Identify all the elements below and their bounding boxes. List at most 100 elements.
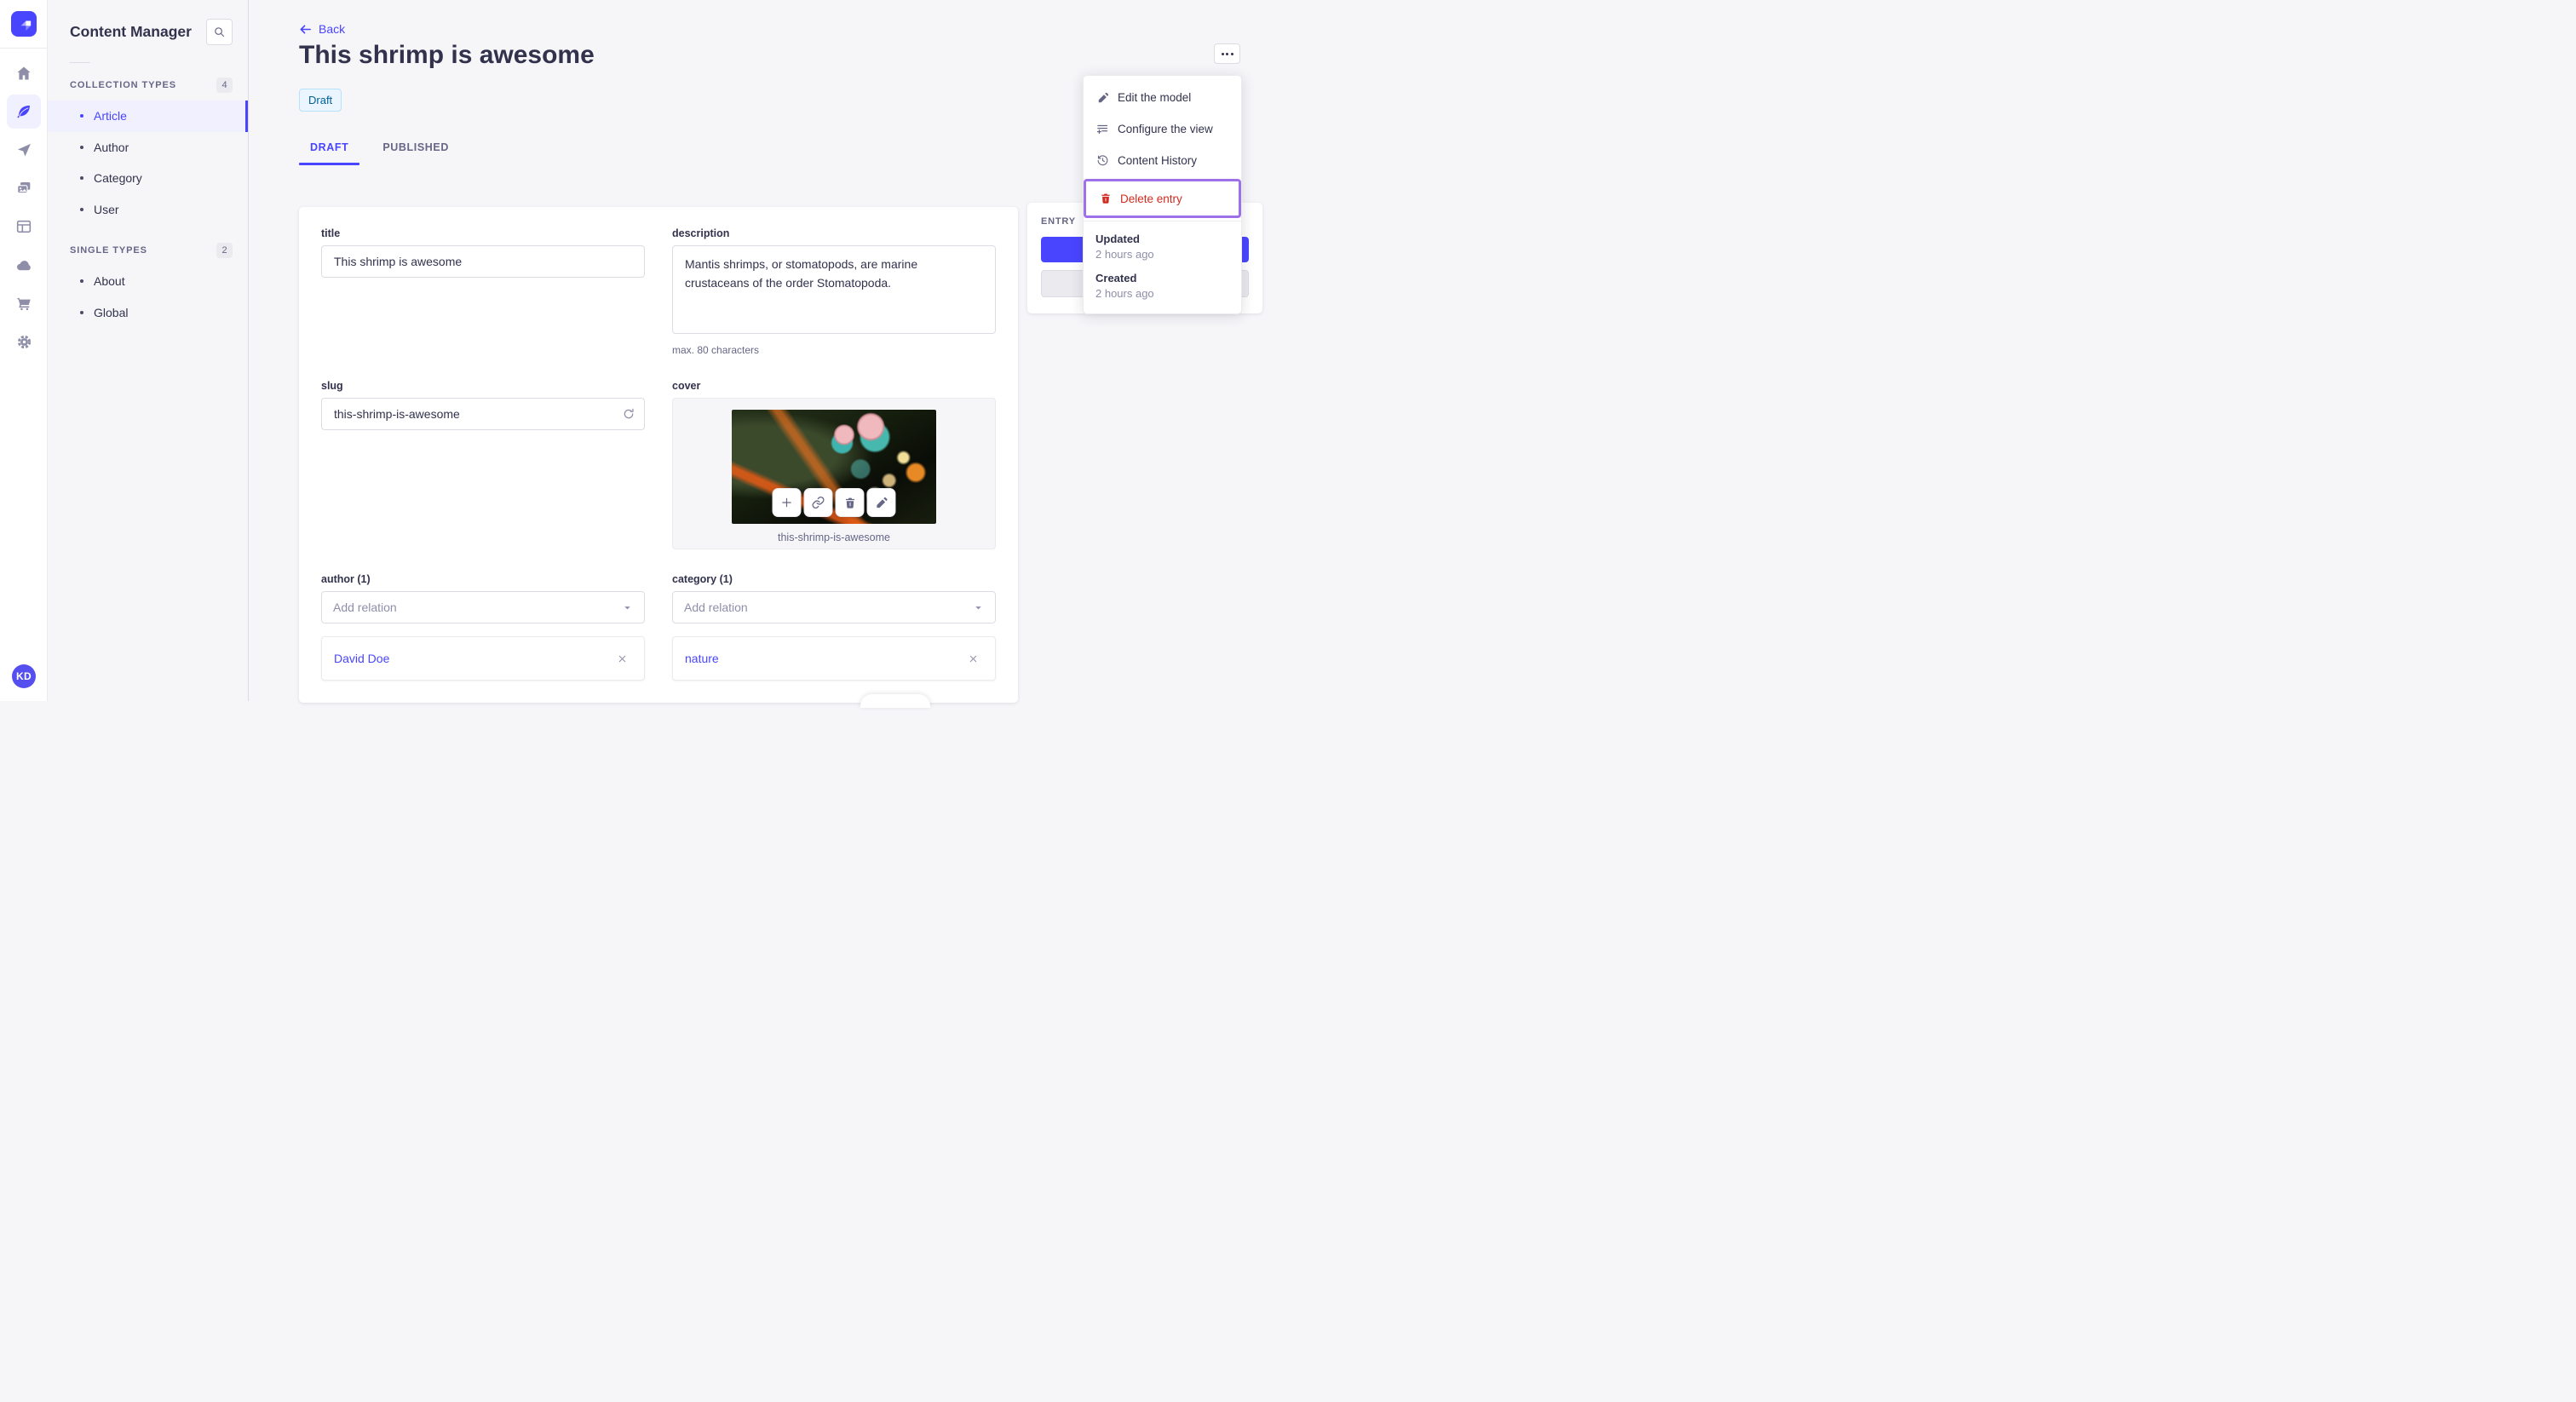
bullet-icon xyxy=(80,114,83,118)
main-nav-rail: KD xyxy=(0,0,48,701)
tab-draft[interactable]: DRAFT xyxy=(299,135,360,165)
category-relation-item: nature xyxy=(672,636,996,681)
strapi-logo[interactable] xyxy=(10,11,37,37)
sidebar-item-label: User xyxy=(94,202,119,216)
trash-icon xyxy=(1098,192,1113,204)
refresh-icon xyxy=(624,408,634,419)
field-category: category (1) Add relation nature xyxy=(672,573,996,681)
marketplace-cart-icon[interactable] xyxy=(7,286,41,320)
sidebar-item-label: Article xyxy=(94,109,127,124)
status-badge: Draft xyxy=(299,89,342,112)
section-label-collection-types: COLLECTION TYPES xyxy=(70,80,177,90)
sidebar-item-article[interactable]: Article xyxy=(48,101,248,132)
close-icon xyxy=(618,655,625,662)
content-manager-feather-icon[interactable] xyxy=(7,95,41,129)
created-label: Created xyxy=(1095,272,1137,284)
remove-author-relation-button[interactable] xyxy=(612,648,632,669)
strapi-logo-glyph xyxy=(20,20,31,31)
version-tabs: DRAFT PUBLISHED xyxy=(299,135,460,165)
menu-item-content-history[interactable]: Content History xyxy=(1084,145,1241,176)
bullet-icon xyxy=(80,145,83,149)
menu-item-label: Edit the model xyxy=(1118,91,1192,104)
slug-field-label: slug xyxy=(321,380,343,392)
user-avatar[interactable]: KD xyxy=(12,664,36,688)
media-actions-toolbar xyxy=(772,488,896,517)
remove-category-relation-button[interactable] xyxy=(963,648,983,669)
bullet-icon xyxy=(80,310,83,314)
cover-image-preview xyxy=(732,410,936,524)
bullet-icon xyxy=(80,279,83,284)
pencil-icon xyxy=(1095,92,1110,104)
single-types-list: About Global xyxy=(48,266,248,328)
menu-item-delete-entry[interactable]: Delete entry xyxy=(1086,181,1239,215)
category-field-label: category (1) xyxy=(672,573,733,585)
sidebar-item-about[interactable]: About xyxy=(48,266,248,297)
delete-entry-highlight-outline: Delete entry xyxy=(1084,179,1241,218)
category-relation-link[interactable]: nature xyxy=(685,652,719,665)
author-relation-select[interactable]: Add relation xyxy=(321,591,645,623)
back-link[interactable]: Back xyxy=(299,22,345,36)
sidebar-item-category[interactable]: Category xyxy=(48,163,248,194)
copy-link-button[interactable] xyxy=(803,488,833,517)
category-relation-select[interactable]: Add relation xyxy=(672,591,996,623)
description-helper-text: max. 80 characters xyxy=(672,344,760,356)
sidebar-item-label: Author xyxy=(94,140,129,154)
entry-actions-menu: Edit the model Configure the view Conten… xyxy=(1083,75,1242,314)
category-select-placeholder: Add relation xyxy=(684,600,748,614)
back-label: Back xyxy=(319,22,346,36)
sidebar-item-user[interactable]: User xyxy=(48,194,248,226)
author-field-label: author (1) xyxy=(321,573,371,585)
add-media-button[interactable] xyxy=(772,488,802,517)
regenerate-slug-button[interactable] xyxy=(616,401,641,427)
field-slug: slug xyxy=(321,380,645,549)
bottom-toolbar-pill[interactable] xyxy=(860,694,930,708)
tab-published[interactable]: PUBLISHED xyxy=(371,135,460,165)
content-type-builder-layout-icon[interactable] xyxy=(7,210,41,244)
sidebar-item-global[interactable]: Global xyxy=(48,297,248,329)
media-library-images-icon[interactable] xyxy=(7,171,41,205)
cover-caption: this-shrimp-is-awesome xyxy=(778,531,890,543)
logo-section xyxy=(0,0,47,49)
trash-icon xyxy=(845,497,854,509)
edit-media-button[interactable] xyxy=(866,488,896,517)
entry-form-card: title description Mantis shrimps, or sto… xyxy=(299,207,1018,703)
menu-item-edit-the-model[interactable]: Edit the model xyxy=(1084,82,1241,113)
delete-media-button[interactable] xyxy=(835,488,865,517)
author-relation-link[interactable]: David Doe xyxy=(334,652,389,665)
dot-icon xyxy=(1226,52,1228,55)
sidebar-title: Content Manager xyxy=(70,23,192,40)
sidebar-item-label: Global xyxy=(94,305,129,319)
more-actions-button[interactable] xyxy=(1214,43,1240,64)
cover-field-label: cover xyxy=(672,380,701,392)
field-title: title xyxy=(321,227,645,356)
sidebar-item-author[interactable]: Author xyxy=(48,132,248,164)
bullet-icon xyxy=(80,176,83,181)
content-manager-sidebar: Content Manager COLLECTION TYPES 4 Artic… xyxy=(48,0,249,701)
search-button[interactable] xyxy=(206,19,233,45)
title-input[interactable] xyxy=(321,245,645,278)
sidebar-divider xyxy=(70,62,90,63)
settings-gear-icon[interactable] xyxy=(7,325,41,359)
author-relation-item: David Doe xyxy=(321,636,645,681)
menu-item-configure-the-view[interactable]: Configure the view xyxy=(1084,113,1241,145)
dot-icon xyxy=(1230,52,1233,55)
sidebar-item-label: Category xyxy=(94,171,142,186)
arrow-left-icon xyxy=(300,24,311,34)
sidebar-item-label: About xyxy=(94,274,125,289)
plus-icon xyxy=(782,497,791,508)
field-author: author (1) Add relation David Doe xyxy=(321,573,645,681)
author-select-placeholder: Add relation xyxy=(333,600,397,614)
home-icon[interactable] xyxy=(7,56,41,90)
chevron-down-icon xyxy=(624,606,630,609)
menu-item-label: Delete entry xyxy=(1120,192,1182,205)
deploy-cloud-icon[interactable] xyxy=(7,248,41,282)
releases-plane-icon[interactable] xyxy=(7,133,41,167)
dot-icon xyxy=(1221,52,1224,55)
slug-input[interactable] xyxy=(321,398,645,430)
main-content: Back This shrimp is awesome Draft DRAFT … xyxy=(249,0,1288,708)
description-field-label: description xyxy=(672,227,730,239)
description-textarea[interactable]: Mantis shrimps, or stomatopods, are mari… xyxy=(672,245,996,334)
updated-value: 2 hours ago xyxy=(1095,248,1154,261)
cover-media-card: this-shrimp-is-awesome xyxy=(672,398,996,549)
close-icon xyxy=(969,655,976,662)
